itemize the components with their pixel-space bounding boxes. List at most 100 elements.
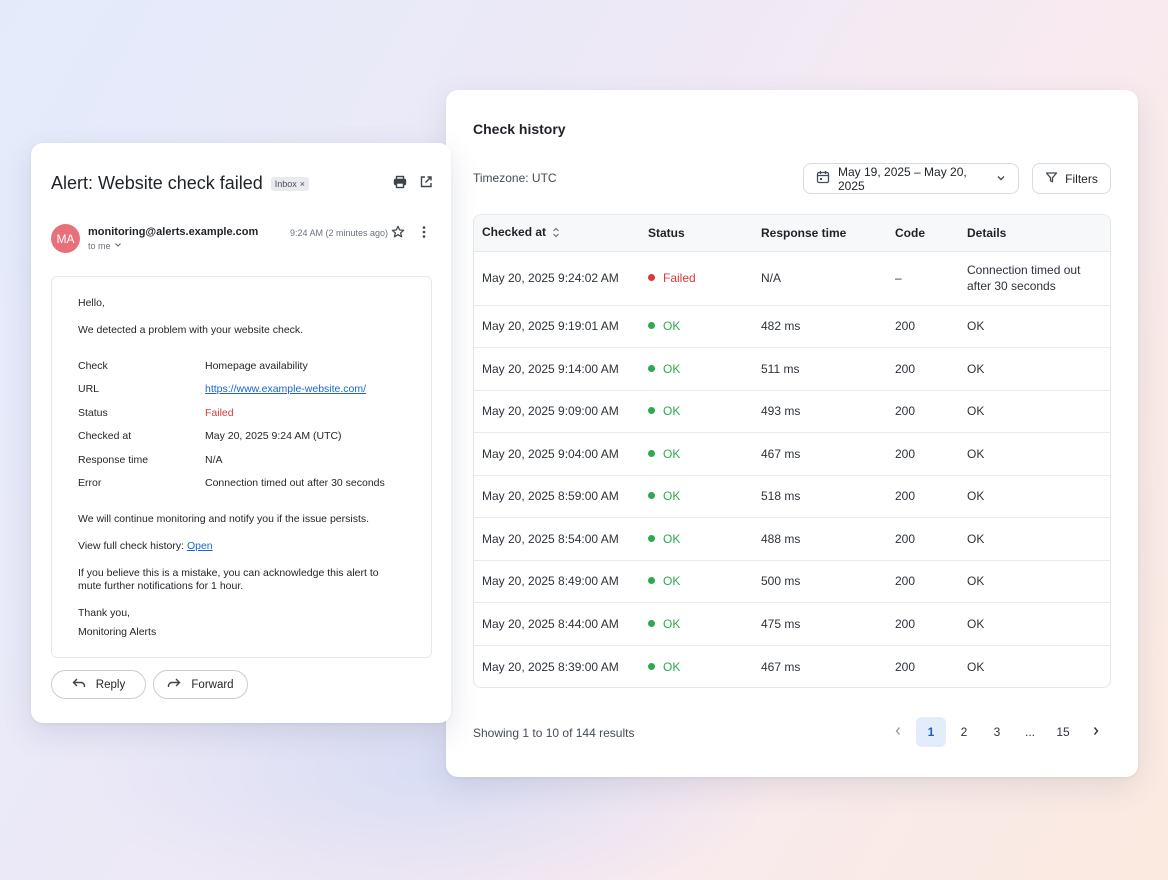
table-row[interactable]: May 20, 2025 8:49:00 AM OK 500 ms 200 OK	[474, 560, 1110, 603]
chevron-right-icon	[1092, 725, 1100, 739]
cell-status: OK	[640, 305, 753, 348]
cell-code: 200	[887, 390, 959, 433]
status-label: OK	[663, 659, 681, 674]
field-label-check: Check	[78, 360, 108, 372]
email-body: Hello, We detected a problem with your w…	[51, 276, 432, 658]
field-label-error: Error	[78, 477, 102, 489]
cell-code: 200	[887, 305, 959, 348]
status-label: OK	[663, 404, 681, 419]
cell-response-time: 500 ms	[753, 560, 887, 603]
table-row[interactable]: May 20, 2025 8:44:00 AM OK 475 ms 200 OK	[474, 602, 1110, 646]
intro-text: We detected a problem with your website …	[78, 324, 304, 336]
column-header-details: Details	[959, 215, 1110, 252]
cell-response-time: N/A	[753, 251, 887, 306]
field-value-status: Failed	[205, 407, 234, 419]
date-range-label: May 19, 2025 – May 20, 2025	[838, 164, 967, 193]
mistake-line-1: If you believe this is a mistake, you ca…	[78, 567, 379, 579]
status-dot-icon	[648, 274, 655, 281]
status-dot-icon	[648, 577, 655, 585]
field-value-response-time: N/A	[205, 454, 223, 466]
cell-status: Failed	[640, 251, 753, 306]
table-row[interactable]: May 20, 2025 8:59:00 AM OK 518 ms 200 OK	[474, 475, 1110, 518]
cell-details: OK	[967, 659, 985, 674]
cell-checked-at: May 20, 2025 9:14:00 AM	[474, 347, 640, 391]
open-history-link[interactable]: Open	[187, 540, 213, 552]
close-icon[interactable]: ×	[300, 179, 305, 189]
table-row[interactable]: May 20, 2025 8:39:00 AM OK 467 ms 200 OK	[474, 645, 1110, 687]
reply-button[interactable]: Reply	[51, 670, 146, 699]
next-page-button[interactable]	[1081, 717, 1111, 747]
open-in-new-window-icon[interactable]	[419, 175, 433, 194]
cell-details: OK	[959, 517, 1110, 561]
page-button[interactable]: 3	[982, 717, 1012, 747]
cell-status: OK	[640, 390, 753, 433]
cell-checked-at: May 20, 2025 9:24:02 AM	[474, 251, 640, 306]
cell-details: OK	[959, 347, 1110, 391]
check-history-panel: Check history Timezone: UTC May 19, 2025…	[446, 90, 1138, 777]
cell-status: OK	[640, 560, 753, 603]
column-header-status: Status	[640, 215, 753, 252]
status-label: OK	[663, 361, 681, 376]
history-line: View full check history: Open	[78, 540, 213, 552]
prev-page-button[interactable]	[883, 717, 913, 747]
calendar-icon	[816, 170, 830, 187]
inbox-badge[interactable]: Inbox ×	[270, 176, 310, 191]
cell-code: 200	[887, 432, 959, 476]
print-icon[interactable]	[393, 175, 407, 194]
page-button[interactable]: 15	[1048, 717, 1078, 747]
cell-status: OK	[640, 432, 753, 476]
table-row[interactable]: May 20, 2025 9:19:01 AM OK 482 ms 200 OK	[474, 305, 1110, 348]
star-icon[interactable]	[391, 225, 405, 244]
check-history-table: Checked at Status Response time Code Det…	[473, 214, 1111, 688]
cell-details: Connection timed out after 30 seconds	[959, 251, 1110, 306]
cell-checked-at: May 20, 2025 9:04:00 AM	[474, 432, 640, 476]
page-button[interactable]: 2	[949, 717, 979, 747]
cell-details: OK	[959, 560, 1110, 603]
sort-icon[interactable]	[552, 227, 560, 241]
panel-title: Check history	[473, 121, 566, 137]
cell-details: OK	[959, 390, 1110, 433]
column-header-response-time: Response time	[753, 215, 887, 252]
status-dot-icon	[648, 492, 655, 500]
page-button[interactable]: 1	[916, 717, 946, 747]
more-options-icon[interactable]	[417, 225, 431, 244]
avatar: MA	[51, 224, 80, 253]
chevron-down-icon	[114, 241, 122, 251]
filters-button[interactable]: Filters	[1032, 163, 1111, 194]
column-header-code: Code	[887, 215, 959, 252]
field-value-check: Homepage availability	[205, 360, 308, 372]
forward-button[interactable]: Forward	[153, 670, 248, 699]
cell-checked-at: May 20, 2025 8:54:00 AM	[474, 517, 640, 561]
email-timestamp: 9:24 AM (2 minutes ago)	[290, 228, 389, 238]
date-range-picker[interactable]: May 19, 2025 – May 20, 2025	[803, 163, 1019, 194]
url-link[interactable]: https://www.example-website.com/	[205, 383, 366, 395]
pagination: 1 2 3... 15	[883, 717, 1111, 747]
cell-code: –	[887, 251, 959, 306]
results-summary: Showing 1 to 10 of 144 results	[473, 726, 635, 740]
cell-status: OK	[640, 645, 753, 687]
forward-icon	[167, 677, 181, 692]
field-label-status: Status	[78, 407, 108, 419]
recipient-toggle[interactable]: to me	[88, 241, 122, 251]
cell-response-time: 482 ms	[753, 305, 887, 348]
status-dot-icon	[648, 449, 655, 457]
table-row[interactable]: May 20, 2025 9:14:00 AM OK 511 ms 200 OK	[474, 347, 1110, 391]
table-row[interactable]: May 20, 2025 8:54:00 AM OK 488 ms 200 OK	[474, 517, 1110, 561]
table-row[interactable]: May 20, 2025 9:04:00 AM OK 467 ms 200 OK	[474, 432, 1110, 476]
cell-status: OK	[640, 602, 753, 646]
timezone-label: Timezone: UTC	[473, 171, 557, 185]
table-row[interactable]: May 20, 2025 9:24:02 AM Failed N/A – Connect…	[474, 251, 1110, 306]
cell-checked-at: May 20, 2025 9:09:00 AM	[474, 390, 640, 433]
chevron-down-icon	[996, 172, 1006, 186]
table-row[interactable]: May 20, 2025 9:09:00 AM OK 493 ms 200 OK	[474, 390, 1110, 433]
cell-response-time: 475 ms	[753, 602, 887, 646]
status-dot-icon	[648, 662, 655, 670]
column-header-checked-at[interactable]: Checked at	[474, 215, 640, 252]
greeting: Hello,	[78, 297, 105, 309]
filters-label: Filters	[1065, 171, 1098, 186]
signature: Monitoring Alerts	[78, 626, 157, 638]
cell-code: 200	[895, 659, 916, 674]
status-dot-icon	[648, 322, 655, 330]
cell-response-time: 488 ms	[753, 517, 887, 561]
cell-status: OK	[640, 347, 753, 391]
